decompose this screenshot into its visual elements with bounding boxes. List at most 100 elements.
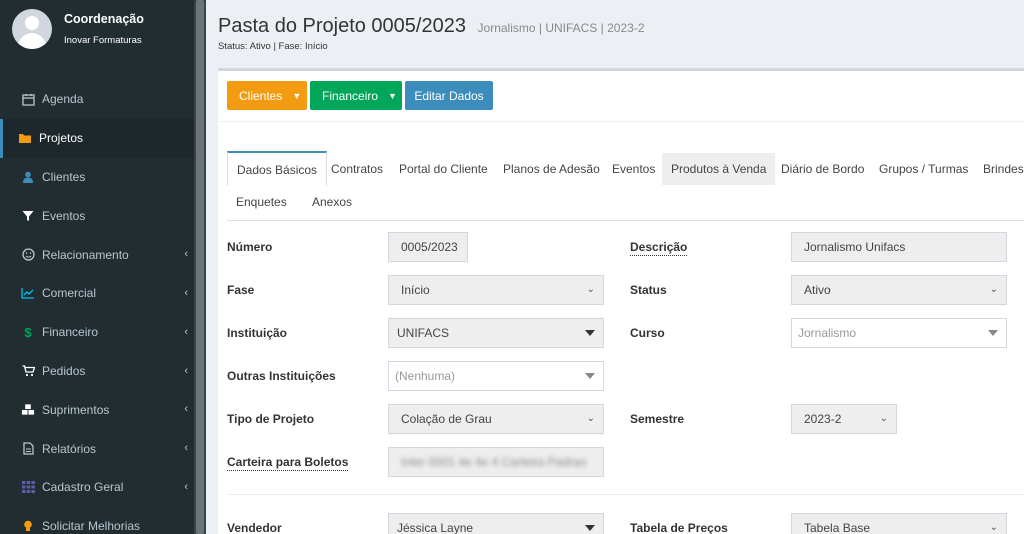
financeiro-button[interactable]: Financeiro ▼ [310, 81, 402, 110]
tab-bar: Dados Básicos Contratos Portal do Client… [227, 151, 1024, 221]
tab-anexos[interactable]: Anexos [303, 186, 361, 218]
descricao-field[interactable]: Jornalismo Unifacs [791, 232, 1007, 262]
vendedor-label: Vendedor [227, 521, 282, 534]
curso-placeholder: Jornalismo [798, 326, 857, 340]
chevron-down-icon: ⌄ [586, 284, 595, 295]
carteira-boletos-label: Carteira para Boletos [227, 455, 349, 471]
sidebar-item-relatorios[interactable]: Relatórios ‹ [0, 429, 194, 468]
carteira-value: Inter 0001 4e 4e 4 Carteira Padrao [401, 455, 587, 469]
tab-contratos[interactable]: Contratos [322, 153, 392, 185]
semestre-select[interactable]: 2023-2 ⌄ [791, 404, 897, 434]
sidebar-item-solicitar-melhorias[interactable]: Solicitar Melhorias [0, 507, 194, 534]
sidebar-item-label: Solicitar Melhorias [42, 519, 141, 534]
lightbulb-icon [21, 519, 35, 533]
content-header: Pasta do Projeto 0005/2023 Jornalismo | … [206, 0, 1024, 68]
semestre-label: Semestre [630, 412, 685, 426]
chevron-left-icon: ‹ [184, 442, 188, 455]
sidebar-item-label: Clientes [42, 169, 86, 184]
descricao-label: Descrição [630, 240, 688, 256]
chevron-left-icon: ‹ [184, 403, 188, 416]
tab-dados-basicos[interactable]: Dados Básicos [227, 151, 328, 186]
sidebar-item-clientes[interactable]: Clientes [0, 158, 194, 197]
sidebar-item-label: Agenda [42, 92, 84, 107]
tab-brindes[interactable]: Brindes [974, 153, 1024, 185]
instituicao-value: UNIFACS [397, 326, 450, 340]
caret-down-icon: ▼ [292, 90, 302, 101]
sidebar-item-agenda[interactable]: Agenda [0, 80, 194, 119]
form-row-outras: Outras Instituições (Nenhuma) [218, 361, 1024, 393]
tab-diario-de-bordo[interactable]: Diário de Bordo [772, 153, 873, 185]
sidebar-item-comercial[interactable]: Comercial ‹ [0, 274, 194, 313]
sidebar-item-relacionamento[interactable]: Relacionamento ‹ [0, 235, 194, 274]
status-value: Ativo [804, 283, 831, 297]
tipo-projeto-select[interactable]: Colação de Grau ⌄ [388, 404, 604, 434]
tab-eventos[interactable]: Eventos [603, 153, 664, 185]
sidebar-item-projetos[interactable]: Projetos [0, 118, 194, 158]
cart-icon [21, 364, 35, 378]
sidebar-item-label: Relacionamento [42, 247, 129, 262]
carteira-boletos-select[interactable]: Inter 0001 4e 4e 4 Carteira Padrao [388, 447, 604, 477]
sidebar-item-eventos[interactable]: Eventos [0, 196, 194, 235]
sidebar-item-cadastro-geral[interactable]: Cadastro Geral ‹ [0, 468, 194, 507]
sidebar-item-label: Pedidos [42, 363, 86, 378]
caret-down-icon [585, 525, 595, 531]
sidebar-item-suprimentos[interactable]: Suprimentos ‹ [0, 390, 194, 429]
instituicao-select[interactable]: UNIFACS [388, 318, 604, 348]
user-name: Coordenação [64, 12, 144, 26]
outras-instituicoes-select[interactable]: (Nenhuma) [388, 361, 604, 391]
tab-planos-de-adesao[interactable]: Planos de Adesão [494, 153, 609, 185]
tabela-precos-select[interactable]: Tabela Base ⌄ [791, 513, 1007, 534]
vendedor-value: Jéssica Layne [397, 521, 474, 534]
chevron-down-icon: ⌄ [879, 413, 888, 424]
sidebar-item-label: Relatórios [42, 441, 97, 456]
chevron-left-icon: ‹ [184, 286, 188, 299]
tabela-precos-value: Tabela Base [804, 521, 871, 534]
sidebar-menu: Agenda Projetos Clientes Eventos Relacio… [0, 80, 194, 534]
status-select[interactable]: Ativo ⌄ [791, 275, 1007, 305]
numero-value: 0005/2023 [401, 240, 458, 254]
dollar-icon: $ [24, 324, 32, 340]
instituicao-label: Instituição [227, 326, 288, 340]
numero-label: Número [227, 240, 273, 254]
caret-down-icon [585, 373, 595, 379]
fase-select[interactable]: Início ⌄ [388, 275, 604, 305]
form-row-carteira: Carteira para Boletos Inter 0001 4e 4e 4… [218, 447, 1024, 479]
tab-enquetes[interactable]: Enquetes [227, 186, 296, 218]
project-box: Clientes ▼ Financeiro ▼ Editar Dados Dad… [218, 68, 1024, 534]
sidebar-item-pedidos[interactable]: Pedidos ‹ [0, 352, 194, 391]
descricao-value: Jornalismo Unifacs [804, 240, 906, 254]
caret-down-icon [988, 330, 998, 336]
tipo-projeto-value: Colação de Grau [401, 412, 492, 426]
tab-grupos-turmas[interactable]: Grupos / Turmas [870, 153, 977, 185]
user-org: Inovar Formaturas [64, 35, 142, 46]
user-icon [21, 170, 35, 184]
fase-value: Início [401, 283, 430, 297]
form-row-instituicao: Instituição UNIFACS Curso Jornalismo [218, 318, 1024, 350]
calendar-icon [21, 92, 35, 106]
page-title: Pasta do Projeto 0005/2023 Jornalismo | … [218, 15, 645, 38]
sidebar-scrollbar[interactable] [194, 0, 206, 534]
tab-produtos-a-venda[interactable]: Produtos à Venda [662, 153, 776, 185]
clientes-button-label: Clientes [239, 88, 283, 103]
tab-portal-do-cliente[interactable]: Portal do Cliente [390, 153, 497, 185]
form-row-tipo: Tipo de Projeto Colação de Grau ⌄ Semestr… [218, 404, 1024, 436]
grid-icon [21, 480, 35, 494]
clientes-button[interactable]: Clientes ▼ [227, 81, 307, 110]
tabela-precos-label: Tabela de Preços [630, 521, 728, 534]
folder-icon [18, 131, 32, 145]
filter-icon [21, 209, 35, 223]
tipo-projeto-label: Tipo de Projeto [227, 412, 315, 426]
status-label: Status [630, 283, 667, 297]
smile-icon [21, 248, 35, 262]
chevron-left-icon: ‹ [184, 480, 188, 493]
semestre-value: 2023-2 [804, 412, 842, 426]
sidebar-item-label: Cadastro Geral [42, 480, 124, 495]
numero-field[interactable]: 0005/2023 [388, 232, 468, 262]
outras-placeholder: (Nenhuma) [395, 369, 456, 383]
sidebar-item-financeiro[interactable]: $ Financeiro ‹ [0, 313, 194, 352]
financeiro-button-label: Financeiro [322, 88, 379, 103]
curso-select[interactable]: Jornalismo [791, 318, 1007, 348]
form-row-numero: Número 0005/2023 Descrição Jornalismo Un… [218, 232, 1024, 264]
editar-dados-button[interactable]: Editar Dados [405, 81, 493, 110]
vendedor-select[interactable]: Jéssica Layne [388, 513, 604, 534]
